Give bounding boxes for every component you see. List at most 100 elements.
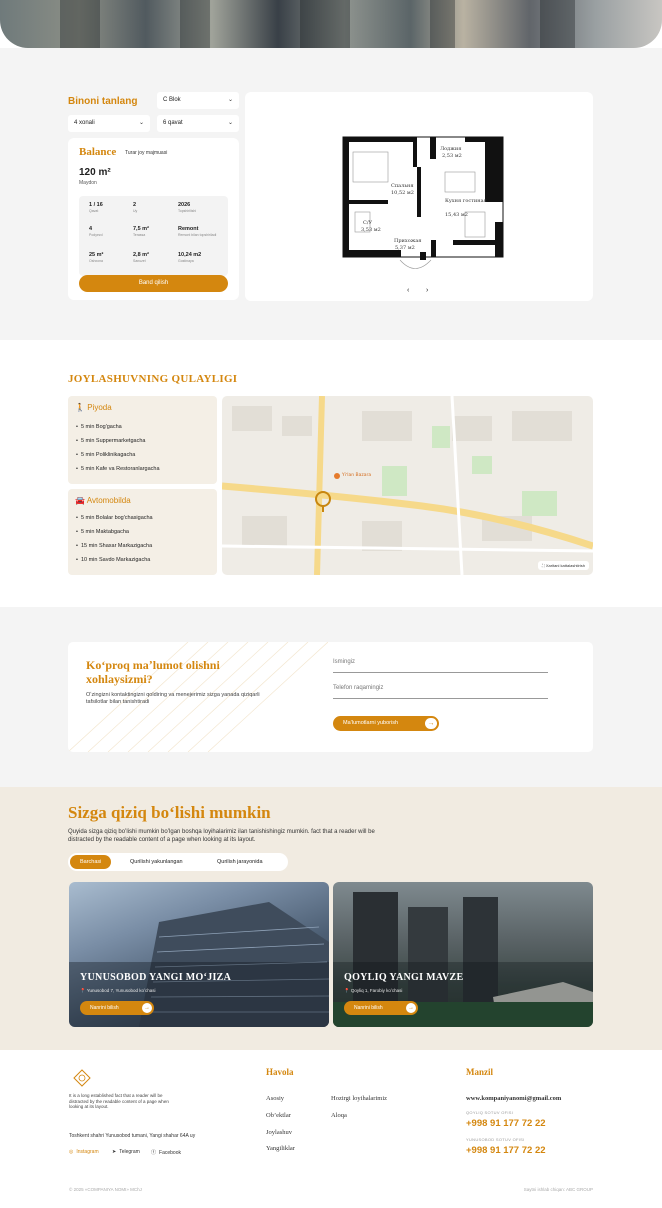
- map-poi-label: Yiʼlan Bazarа: [341, 471, 371, 478]
- list-item: 5 min Maktabgacha: [76, 527, 153, 541]
- project-card[interactable]: QOYLIQ YANGI MAVZE 📍 Qoyliq 1, Farobiy k…: [333, 882, 593, 1027]
- select-building-title: Binoni tanlang: [68, 96, 138, 107]
- floorplan-drawing: Лоджия 2,53 м2 Спальня 10,52 м2 Кухня го…: [342, 136, 504, 269]
- instagram-icon: ◎: [69, 1149, 74, 1155]
- spec-cell: 2026 Topshirilishi: [178, 202, 197, 213]
- project-name: QOYLIQ YANGI MAVZE: [344, 972, 464, 983]
- room-area: 10,52 м2: [391, 190, 414, 196]
- page: Binoni tanlang C Blok ⌄ 4 xonali ⌄ 6 qav…: [0, 0, 662, 1208]
- copyright: © 2025 «COMPANIYA NOMI» MChJ: [69, 1187, 142, 1192]
- submit-label: Maʼlumotlarni yuborish: [343, 720, 399, 726]
- book-button[interactable]: Band qilish: [79, 275, 228, 292]
- projects-section: Sizga qiziq boʻlishi mumkin Quyida sizga…: [0, 787, 662, 1050]
- tab-in-progress[interactable]: Qurilish jarayonida: [207, 855, 273, 869]
- map-drawing: Yiʼlan Bazarа: [222, 396, 593, 575]
- apartment-area-label: Maydon: [79, 180, 97, 186]
- spec-cell: 10,24 m2 Gostinaya: [178, 252, 202, 263]
- list-item: 5 min Bolalar bog'chasigacha: [76, 513, 153, 527]
- footer: It is a long established fact that a rea…: [0, 1050, 662, 1208]
- office-phone[interactable]: +998 91 177 72 22: [466, 1145, 546, 1156]
- footer-email[interactable]: www.kompaniyanomi@gmail.com: [466, 1095, 561, 1102]
- contact-title: Koʻproq maʼlumot olishni xohlaysizmi?: [86, 658, 220, 686]
- footer-address: Toshkent shahri Yunusobod tumani, Yangi …: [69, 1133, 196, 1139]
- building-name: Balance: [79, 146, 117, 158]
- room-area: 5,37 м2: [395, 245, 415, 251]
- chevron-down-icon: ⌄: [227, 120, 233, 126]
- list-item: 5 min Bog'gacha: [76, 422, 160, 436]
- footer-link[interactable]: Joylashuv: [266, 1129, 292, 1136]
- project-card[interactable]: YUNUSOBOD YANGI MOʻJIZA 📍 Yunusobod 7, Y…: [69, 882, 329, 1027]
- footer-link[interactable]: Obʼektlar: [266, 1112, 291, 1119]
- chevron-down-icon: ⌄: [227, 97, 233, 103]
- list-item: 15 min Shaxar Markazigacha: [76, 541, 153, 555]
- projects-title: Sizga qiziq boʻlishi mumkin: [68, 803, 271, 822]
- footer-link[interactable]: Hozirgi loyihalarimiz: [331, 1095, 387, 1102]
- footer-link[interactable]: Asosiy: [266, 1095, 284, 1102]
- spec-cell: 2,8 m² Sanuzel: [133, 252, 149, 263]
- map-fullscreen-label: Xaritani kattalashtirish: [545, 563, 585, 568]
- car-icon: 🚘: [75, 496, 85, 505]
- office-phone[interactable]: +998 91 177 72 22: [466, 1118, 546, 1129]
- floorplan-panel: Лоджия 2,53 м2 Спальня 10,52 м2 Кухня го…: [245, 92, 593, 301]
- chevron-down-icon: ⌄: [138, 120, 144, 126]
- project-name: YUNUSOBOD YANGI MOʻJIZA: [80, 972, 232, 983]
- floor-select-value: 6 qavat: [163, 120, 183, 126]
- hero-image: [0, 0, 662, 48]
- submit-button[interactable]: Maʼlumotlarni yuborish →: [333, 716, 439, 731]
- spec-cell: 1 / 16 Qavat: [89, 202, 103, 213]
- arrow-right-icon: →: [406, 1003, 416, 1013]
- learn-more-button[interactable]: Nanrini bilish →: [80, 1001, 154, 1015]
- learn-more-label: Nanrini bilish: [90, 1005, 119, 1011]
- office-label: YUNUSOBOD SOTUV OFISI: [466, 1137, 525, 1142]
- spec-cell: 7,5 m² Terassa: [133, 226, 149, 237]
- car-header: 🚘 Avtomobilda: [75, 496, 131, 505]
- telegram-icon: ➤: [112, 1149, 117, 1155]
- projects-description: Quyida sizga qiziq boʻlishi mumkin boʻlg…: [68, 829, 375, 843]
- spec-cell: 4 Podyezd: [89, 226, 103, 237]
- room-label: С/У: [363, 220, 373, 226]
- room-label: Спальня: [391, 183, 414, 189]
- room-label: Кухня гостиная: [445, 198, 487, 204]
- project-address: 📍 Qoyliq 1, Farobiy koʻchasi: [344, 988, 403, 993]
- developer-credit: Saytni ishlab chiqan: ABC GROUP: [523, 1187, 593, 1192]
- list-item: 10 min Savdo Markazigacha: [76, 555, 153, 569]
- floorplan-prev-button[interactable]: ‹: [407, 287, 409, 294]
- apartment-card: Balance Turar joy majmuasi 120 m² Maydon…: [68, 138, 239, 300]
- instagram-link[interactable]: ◎ Instagram: [69, 1149, 99, 1155]
- walk-header: 🚶 Piyoda: [75, 403, 112, 412]
- arrow-right-icon: →: [142, 1003, 152, 1013]
- rooms-select-value: 4 xonali: [74, 120, 95, 126]
- office-label: QOYLIQ SOTUV OFISI: [466, 1110, 514, 1115]
- room-area: 2,53 м2: [442, 153, 462, 159]
- location-map[interactable]: Yiʼlan Bazarа ⛶ Xaritani kattalashtirish: [222, 396, 593, 575]
- floor-select[interactable]: 6 qavat ⌄: [157, 115, 239, 132]
- contact-form: Koʻproq maʼlumot olishni xohlaysizmi? Oʻ…: [68, 642, 593, 752]
- rooms-select[interactable]: 4 xonali ⌄: [68, 115, 150, 132]
- facebook-icon: ⓕ: [151, 1150, 157, 1156]
- footer-link[interactable]: Yangiliklar: [266, 1145, 295, 1152]
- footer-description: It is a long established fact that a rea…: [69, 1093, 169, 1109]
- walk-box: 🚶 Piyoda 5 min Bog'gacha 5 min Suppermar…: [68, 396, 217, 484]
- links-title: Havola: [266, 1067, 294, 1077]
- room-label: Прихожая: [394, 238, 421, 244]
- walk-list: 5 min Bog'gacha 5 min Suppermarketgacha …: [76, 422, 160, 478]
- tab-completed[interactable]: Qurilishi yakunlangan: [120, 855, 193, 869]
- block-select[interactable]: C Blok ⌄: [157, 92, 239, 109]
- walk-label: Piyoda: [87, 403, 112, 412]
- arrow-right-icon: →: [425, 718, 437, 729]
- room-label: Лоджия: [440, 146, 461, 152]
- name-input[interactable]: Ismingiz: [333, 659, 548, 673]
- tab-all[interactable]: Barchasi: [70, 855, 112, 869]
- footer-link[interactable]: Aloqa: [331, 1112, 347, 1119]
- learn-more-label: Nanrini bilish: [354, 1005, 383, 1011]
- learn-more-button[interactable]: Nanrini bilish →: [344, 1001, 418, 1015]
- facebook-link[interactable]: ⓕ Facebook: [151, 1149, 181, 1156]
- walking-person-icon: 🚶: [75, 403, 85, 412]
- floorplan-next-button[interactable]: ›: [426, 287, 428, 294]
- car-box: 🚘 Avtomobilda 5 min Bolalar bog'chasigac…: [68, 489, 217, 575]
- telegram-link[interactable]: ➤ Telegram: [112, 1149, 140, 1155]
- map-fullscreen-button[interactable]: ⛶ Xaritani kattalashtirish: [537, 561, 589, 570]
- location-title: JOYLASHUVNING QULAYLIGI: [68, 373, 238, 385]
- phone-input[interactable]: Telefon raqamingiz: [333, 685, 548, 699]
- list-item: 5 min Suppermarketgacha: [76, 436, 160, 450]
